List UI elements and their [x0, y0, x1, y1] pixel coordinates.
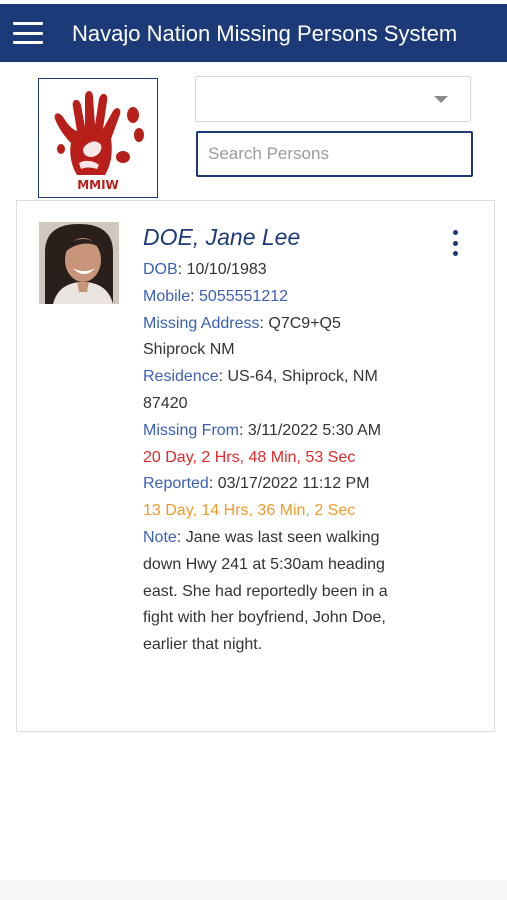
- person-card[interactable]: DOE, Jane Lee DOB: 10/10/1983 Mobile: 50…: [16, 200, 495, 732]
- search-input[interactable]: [196, 131, 473, 177]
- dob-row: DOB: 10/10/1983: [143, 261, 267, 278]
- missing-elapsed-time: 20 Day, 2 Hrs, 48 Min, 53 Sec: [143, 448, 356, 466]
- reported-row: Reported: 03/17/2022 11:12 PM: [143, 475, 370, 493]
- residence-row: Residence: US-64, Shiprock, NM 87420: [143, 368, 378, 412]
- red-handprint-icon: [54, 91, 144, 175]
- avatar: [39, 222, 119, 304]
- missing-address-label: Missing Address: [143, 314, 260, 332]
- mobile-row: Mobile: 5055551212: [143, 287, 289, 305]
- reported-value: 03/17/2022 11:12 PM: [217, 475, 370, 493]
- filter-select[interactable]: [195, 76, 471, 122]
- chevron-down-icon: [434, 96, 448, 103]
- missing-from-value: 3/11/2022 5:30 AM: [247, 421, 382, 439]
- app-header: Navajo Nation Missing Persons System: [0, 0, 507, 62]
- logo-text: MMIW: [77, 178, 119, 192]
- mobile-link[interactable]: 5055551212: [199, 288, 288, 305]
- person-photo: [39, 222, 119, 304]
- person-details: DOB: 10/10/1983 Mobile: 5055551212 Missi…: [143, 257, 405, 659]
- missing-address-row: Missing Address: Q7C9+Q5 Shiprock NM: [143, 314, 341, 359]
- note-value: Jane was last seen walking down Hwy 241 …: [143, 528, 388, 654]
- dob-value: 10/10/1983: [186, 261, 267, 278]
- hamburger-menu-icon[interactable]: [10, 18, 46, 48]
- residence-label: Residence: [143, 368, 219, 386]
- reported-label: Reported: [143, 475, 209, 493]
- more-options-icon[interactable]: [448, 230, 462, 256]
- mobile-label: Mobile: [143, 287, 191, 305]
- note-row: Note: Jane was last seen walking down Hw…: [143, 528, 388, 654]
- reported-elapsed-time: 13 Day, 14 Hrs, 36 Min, 2 Sec: [143, 502, 356, 520]
- mmiw-logo: MMIW: [38, 78, 158, 198]
- person-name: DOE, Jane Lee: [143, 224, 301, 250]
- missing-from-label: Missing From: [143, 421, 240, 439]
- bottom-area: [0, 880, 507, 900]
- app-title: Navajo Nation Missing Persons System: [72, 21, 458, 46]
- dob-label: DOB: [143, 261, 178, 278]
- note-label: Note: [143, 528, 177, 546]
- missing-from-row: Missing From: 3/11/2022 5:30 AM: [143, 421, 382, 439]
